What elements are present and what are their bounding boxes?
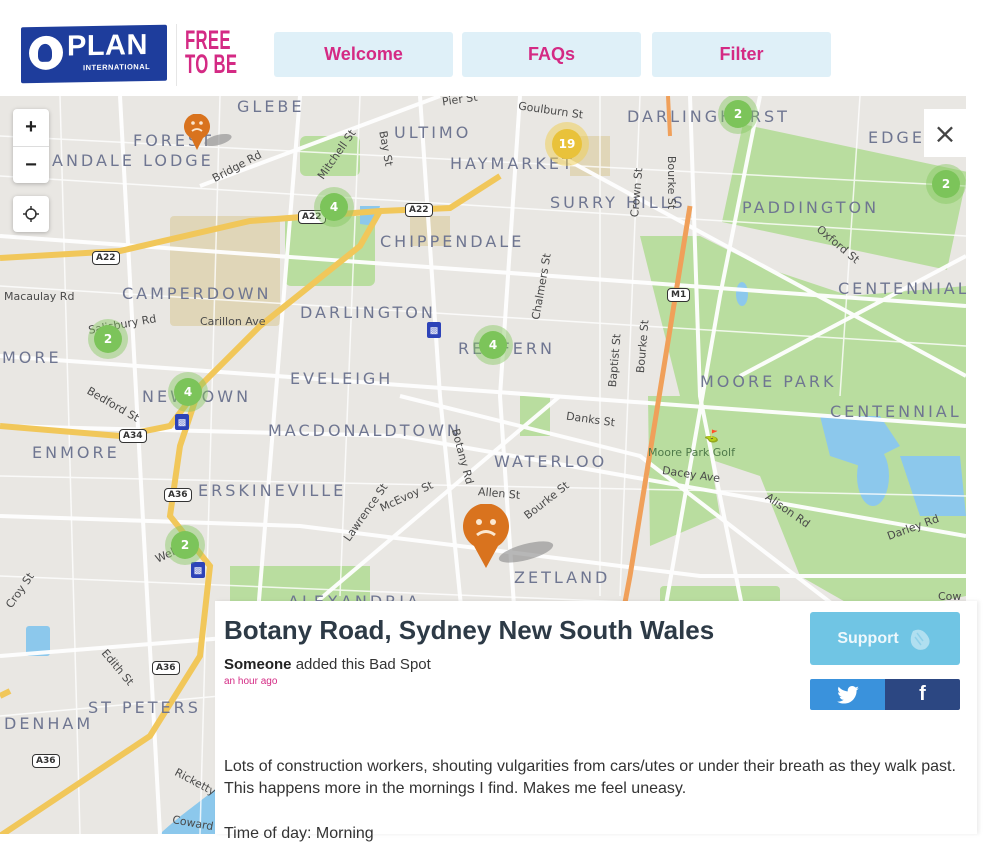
sad-face-icon <box>191 121 195 125</box>
area-label-paddington: PADDINGTON <box>742 198 880 217</box>
spot-author: Someone <box>224 656 292 673</box>
area-label-macdonaldtown: MACDONALDTOWN <box>268 421 462 440</box>
area-label-glebe: GLEBE <box>237 97 305 116</box>
clapping-hands-icon <box>910 629 930 650</box>
area-label-more: MORE <box>2 348 62 367</box>
logo-subtitle: INTERNATIONAL <box>83 62 151 73</box>
road-shield: A36 <box>152 661 180 675</box>
nav-filter-button[interactable]: Filter <box>652 32 831 77</box>
area-label-ultimo: ULTIMO <box>394 123 472 142</box>
train-station-icon: ▩ <box>427 322 441 338</box>
free-to-be-logo: FREE TO BE <box>185 27 238 79</box>
selected-bad-spot-pin[interactable] <box>462 504 558 570</box>
road-shield: M1 <box>667 288 691 302</box>
cluster-marker[interactable]: 4 <box>479 331 507 359</box>
campaign-line-2: TO BE <box>185 49 238 79</box>
spot-timestamp: an hour ago <box>224 676 278 687</box>
area-label-centennial-square: CENTENNIAL SQUARE <box>838 279 966 298</box>
cluster-marker[interactable]: 2 <box>94 325 122 353</box>
golf-icon: ⛳ <box>704 429 719 443</box>
close-button[interactable]: × <box>924 109 966 157</box>
area-label-darlinghurst: DARLINGHURST <box>627 107 790 126</box>
cluster-marker[interactable]: 4 <box>174 378 202 406</box>
road-shield: A36 <box>32 754 60 768</box>
spot-detail-panel: Botany Road, Sydney New South Wales Some… <box>215 601 977 842</box>
spot-description: Lots of construction workers, shouting v… <box>224 758 956 797</box>
area-label-centennial-park: CENTENNIAL PARK <box>830 402 966 421</box>
street-label: Macaulay Rd <box>4 290 75 303</box>
facebook-share-button[interactable]: f <box>885 679 960 710</box>
area-label-denham: DENHAM <box>4 714 94 733</box>
road-shield: A22 <box>92 251 120 265</box>
area-label-surry-hills: SURRY HILLS <box>550 193 686 212</box>
plan-international-logo[interactable]: PLAN INTERNATIONAL <box>21 24 167 84</box>
zoom-in-button[interactable]: + <box>13 109 49 147</box>
locate-button[interactable] <box>13 196 49 232</box>
cluster-marker[interactable]: 2 <box>724 100 752 128</box>
twitter-share-button[interactable] <box>810 679 885 710</box>
area-label-darlington: DARLINGTON <box>300 303 436 322</box>
nav-welcome-button[interactable]: Welcome <box>274 32 453 77</box>
cluster-marker[interactable]: 4 <box>320 193 348 221</box>
header: PLAN INTERNATIONAL FREE TO BE Welcome FA… <box>0 0 992 96</box>
area-label-erskineville: ERSKINEVILLE <box>198 481 347 500</box>
spot-action: added this Bad Spot <box>295 656 431 673</box>
zoom-out-button[interactable]: − <box>13 147 49 184</box>
area-label-zetland: ZETLAND <box>514 568 611 587</box>
twitter-icon <box>836 685 859 704</box>
road-shield: A34 <box>119 429 147 443</box>
cluster-marker[interactable]: 19 <box>552 129 582 159</box>
area-label-enmore: ENMORE <box>32 443 120 462</box>
road-shield: A36 <box>164 488 192 502</box>
spot-time-of-day: Time of day: Morning <box>224 825 374 842</box>
road-shield: A22 <box>405 203 433 217</box>
area-label-haymarket: HAYMARKET <box>450 154 575 173</box>
spot-meta: Someone added this Bad Spot <box>224 656 431 673</box>
area-label-chippendale: CHIPPENDALE <box>380 232 525 251</box>
train-station-icon: ▩ <box>175 414 189 430</box>
support-label: Support <box>837 629 899 647</box>
bad-spot-pin[interactable] <box>182 114 232 154</box>
park-label-moore-park-golf: Moore Park Golf <box>648 446 735 459</box>
nav-faqs-button[interactable]: FAQs <box>462 32 641 77</box>
cluster-marker[interactable]: 2 <box>932 170 960 198</box>
area-label-moore-park: MOORE PARK <box>700 372 837 391</box>
area-label-st-peters: ST PETERS <box>88 698 201 717</box>
zoom-control: + − <box>13 109 49 183</box>
support-button[interactable]: Support <box>810 612 960 665</box>
train-station-icon: ▩ <box>191 562 205 578</box>
plan-emblem-icon <box>29 35 63 71</box>
crosshair-icon <box>23 206 39 222</box>
street-label: Bourke St <box>665 155 679 210</box>
share-buttons: f <box>810 679 960 710</box>
area-label-andale-lodge: ANDALE LODGE <box>52 151 214 170</box>
sad-face-icon <box>476 519 482 525</box>
spot-title: Botany Road, Sydney New South Wales <box>224 615 715 645</box>
area-label-camperdown: CAMPERDOWN <box>122 284 272 303</box>
area-label-waterloo: WATERLOO <box>494 452 608 471</box>
street-label: Carillon Ave <box>200 315 266 328</box>
logo-name: PLAN <box>67 29 148 63</box>
area-label-eveleigh: EVELEIGH <box>290 369 394 388</box>
logo-divider <box>176 24 177 86</box>
cluster-marker[interactable]: 2 <box>171 531 199 559</box>
